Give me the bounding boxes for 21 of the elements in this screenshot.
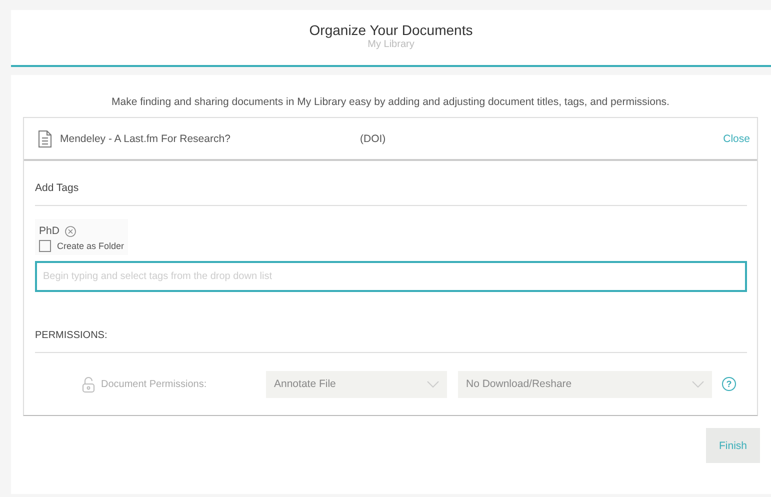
document-icon <box>38 130 52 148</box>
folder-checkbox[interactable] <box>39 240 51 252</box>
add-tags-heading: Add Tags <box>35 181 80 196</box>
lock-icon <box>82 376 95 392</box>
permissions-label: Document Permissions: <box>101 378 208 390</box>
permission-dropdown[interactable]: No Download/Reshare <box>458 370 712 398</box>
help-icon[interactable]: ? <box>722 377 736 391</box>
close-link[interactable]: Close <box>723 132 750 144</box>
doi-text: (DOI) <box>360 132 387 144</box>
chevron-down-icon <box>692 380 704 388</box>
dialog-title: Organize Your Documents <box>308 22 474 38</box>
document-title: Mendeley - A Last.fm For Research? <box>60 132 232 144</box>
chevron-down-icon <box>427 380 439 388</box>
checkbox-label: Create as Folder <box>57 241 124 251</box>
remove-icon[interactable] <box>65 226 76 236</box>
permissions-heading: PERMISSIONS: <box>35 329 108 343</box>
tag-label: PhD <box>39 225 60 237</box>
permission-dropdown[interactable]: Annotate File <box>266 370 447 398</box>
finish-button[interactable]: Finish <box>706 428 760 463</box>
intro-text: Make finding and sharing documents in My Library easy by adding and adjusting document titles, tags, and permissions. <box>110 96 670 108</box>
dialog-subtitle: My Library <box>366 39 416 50</box>
